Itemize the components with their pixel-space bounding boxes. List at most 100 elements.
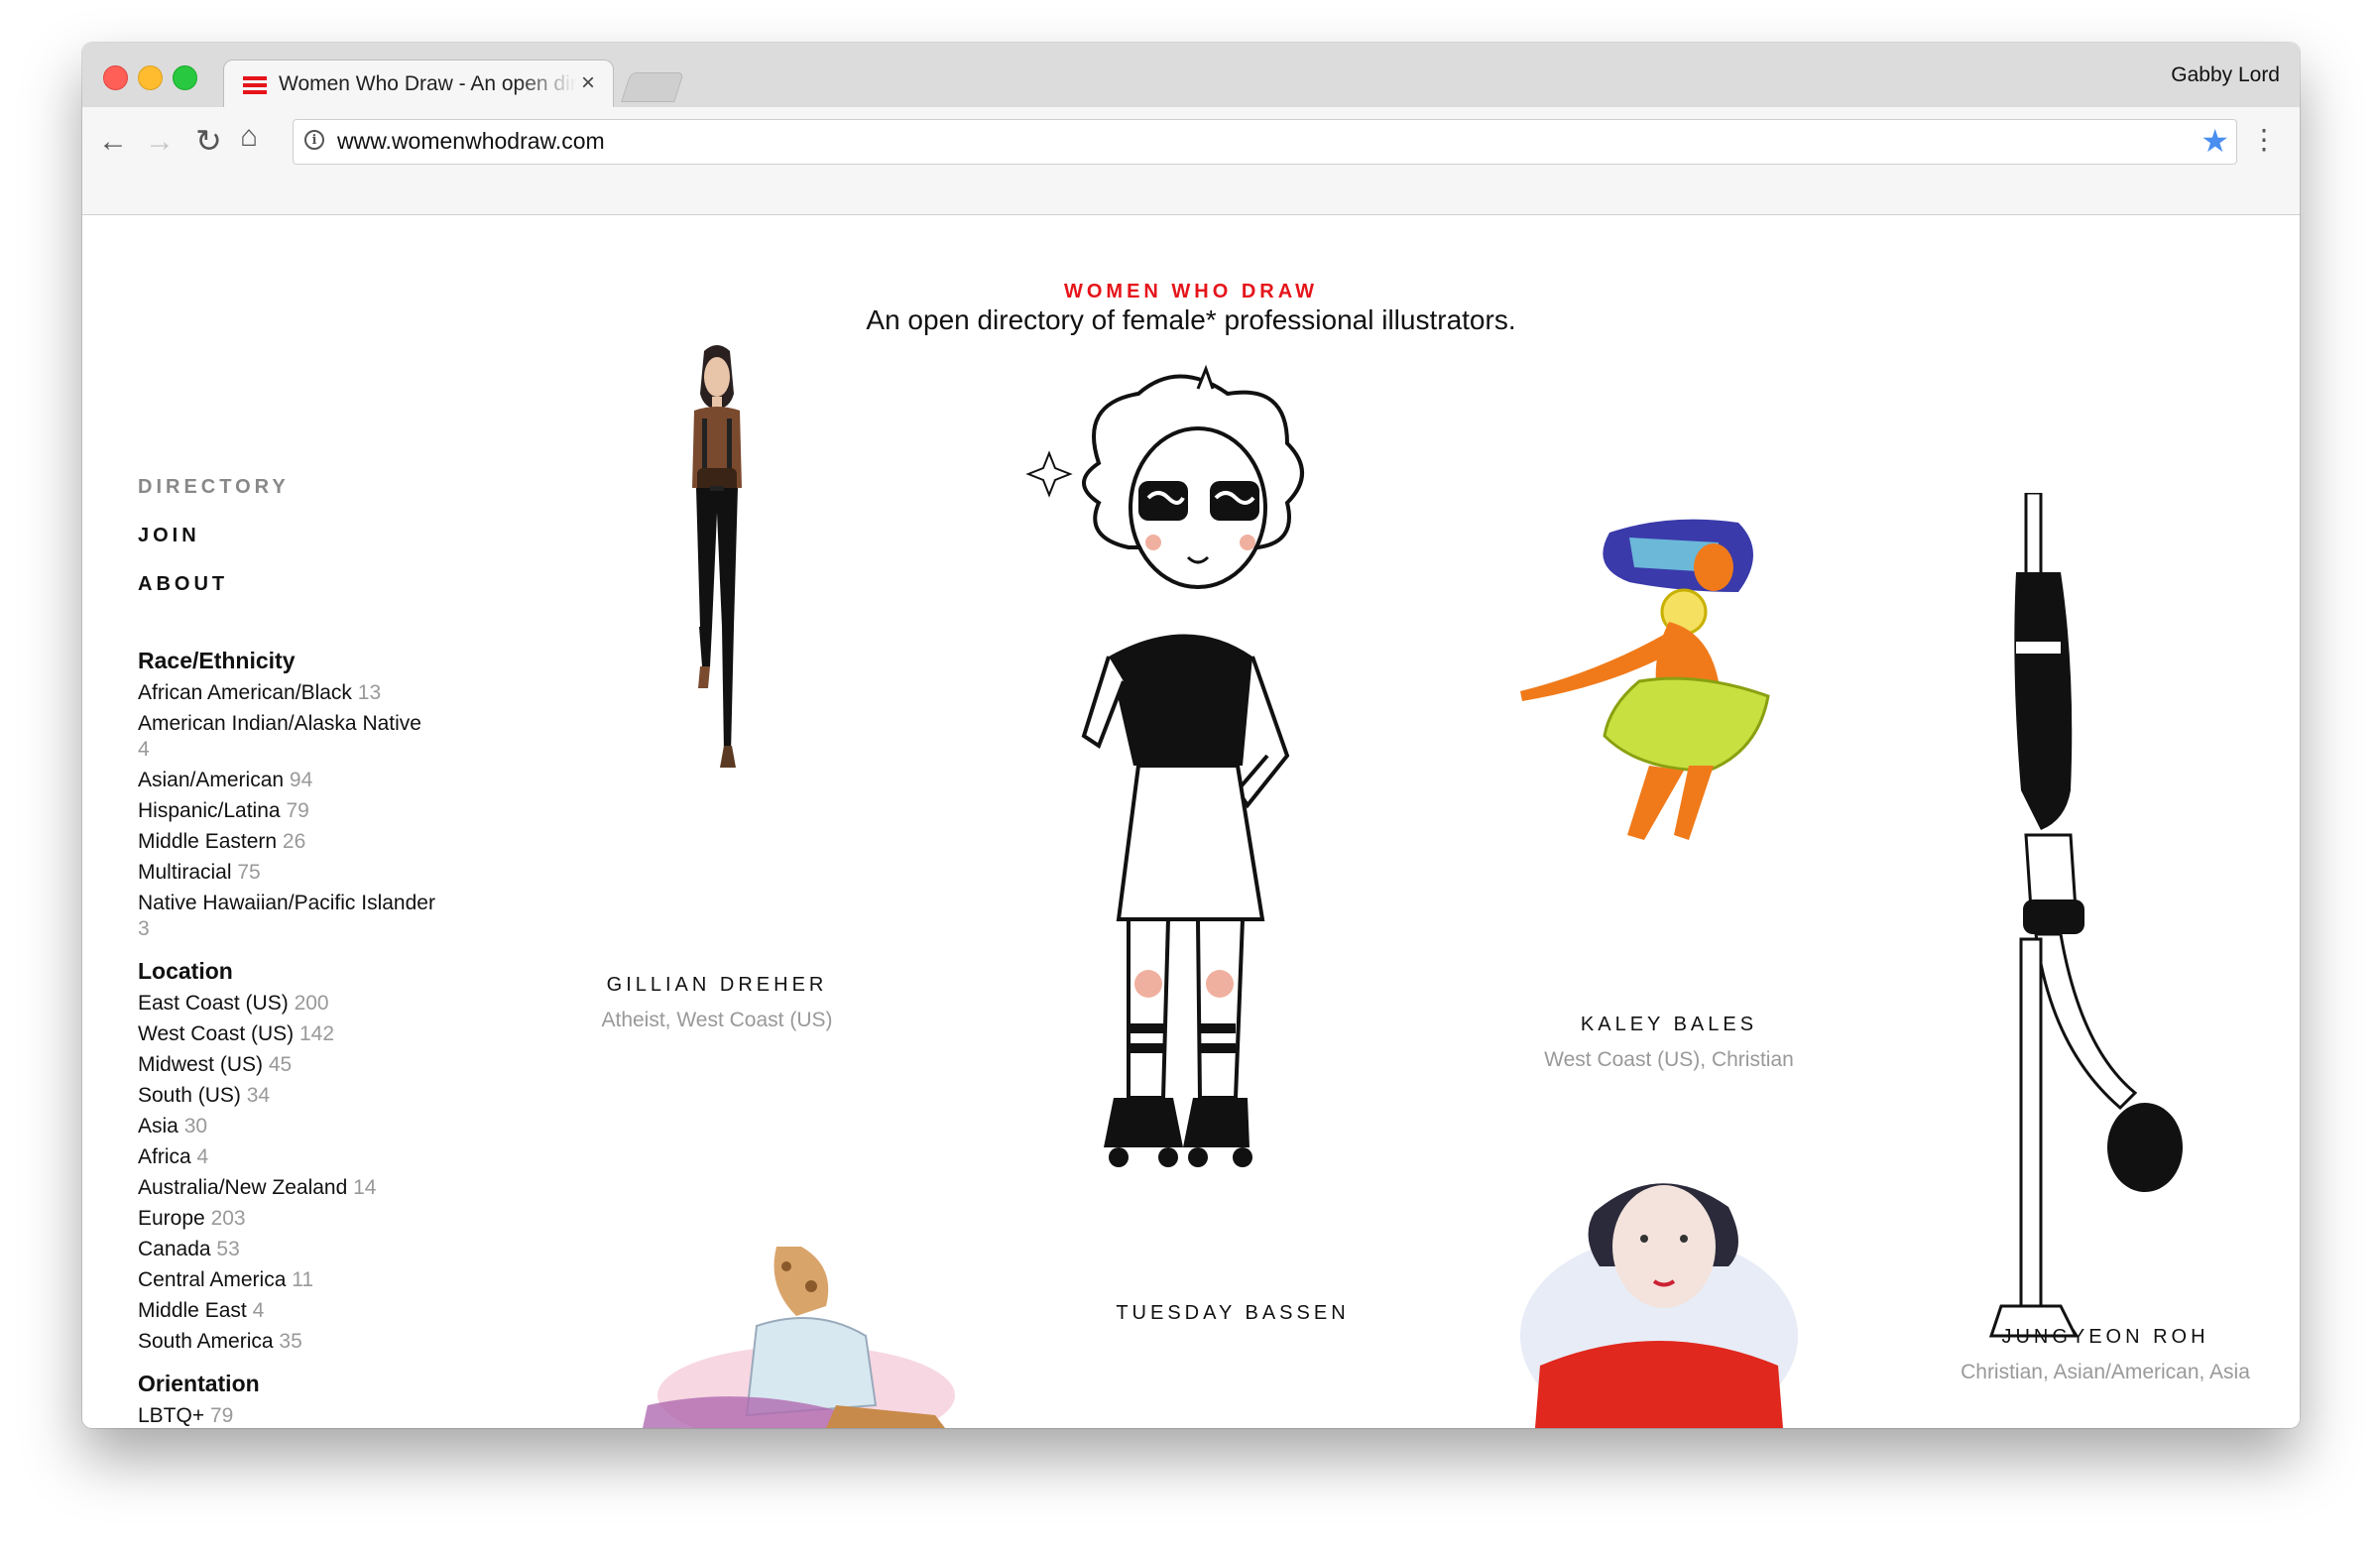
filter-count: 14 [353,1176,377,1199]
nav-about[interactable]: ABOUT [138,573,435,622]
filter-count: 35 [279,1330,302,1353]
filter-item[interactable]: American Indian/Alaska Native 4 [138,711,435,763]
filter-count: 26 [282,830,306,853]
filter-item[interactable]: South (US) 34 [138,1083,435,1109]
filter-item[interactable]: Multiracial 75 [138,860,435,886]
artist-tags: Atheist, West Coast (US) [601,1009,833,1031]
filter-item[interactable]: West Coast (US) 142 [138,1021,435,1047]
info-icon[interactable]: i [304,130,324,150]
filter-count: 4 [196,1145,209,1168]
reload-icon[interactable]: ↻ [195,122,222,160]
filter-count: 79 [286,799,309,822]
browser-toolbar: ← → ↻ ⌂ i www.womenwhodraw.com ★ ⋮ [82,107,2300,215]
sidebar-nav: DIRECTORY JOIN ABOUT [138,476,435,622]
filter-count: 11 [292,1268,314,1291]
filter-label: Middle Eastern [138,830,278,853]
browser-menu-icon[interactable]: ⋮ [2250,126,2278,154]
browser-tab[interactable]: Women Who Draw - An open directory of fe… [223,60,614,108]
maximize-window-button[interactable] [173,65,197,90]
address-bar[interactable]: i www.womenwhodraw.com ★ [293,119,2237,165]
filter-label: South (US) [138,1084,241,1107]
filter-label: Australia/New Zealand [138,1176,348,1199]
filter-label: South America [138,1330,274,1353]
artist-illustration-tuesday-bassen[interactable] [990,364,1386,1197]
forward-icon[interactable]: → [145,125,175,159]
tab-title: Women Who Draw - An open directory of fe… [279,72,576,95]
filter-group-race: Race/Ethnicity African American/Black 13… [138,648,435,942]
site-title[interactable]: WOMEN WHO DRAW [82,281,2300,303]
filter-label: Midwest (US) [138,1053,264,1076]
filter-item[interactable]: Canada 53 [138,1237,435,1262]
nav-join[interactable]: JOIN [138,525,435,573]
back-icon[interactable]: ← [98,125,128,159]
filter-item[interactable]: South America 35 [138,1329,435,1355]
filter-item[interactable]: Africa 4 [138,1144,435,1170]
artist-illustration-jungyeon-roh[interactable] [1981,493,2209,1366]
close-window-button[interactable] [103,65,128,90]
filter-label: Asia [138,1115,178,1137]
artist-illustration-gillian-dreher[interactable] [653,339,781,771]
filter-count: 3 [138,917,150,940]
site-tagline: An open directory of female* professiona… [866,304,1516,335]
artist-illustration-kaley-bales[interactable] [1510,513,1798,840]
url-text[interactable]: www.womenwhodraw.com [337,128,605,155]
artist-illustration-giraffe[interactable] [638,1247,965,1428]
sidebar: DIRECTORY JOIN ABOUT Race/Ethnicity Afri… [138,476,435,1428]
filter-label: Multiracial [138,861,232,884]
page-content: WOMEN WHO DRAW An open directory of fema… [82,215,2300,1428]
artist-name[interactable]: TUESDAY BASSEN [1034,1302,1431,1325]
filter-label: LBTQ+ [138,1404,205,1427]
filter-count: 75 [237,861,261,884]
filter-count: 4 [252,1299,265,1322]
filter-item[interactable]: Europe 203 [138,1206,435,1232]
minimize-window-button[interactable] [138,65,163,90]
filter-item[interactable]: Asian/American 94 [138,768,435,793]
filter-item[interactable]: Middle Eastern 26 [138,829,435,855]
filter-label: Central America [138,1268,287,1291]
filter-item[interactable]: Native Hawaiian/Pacific Islander 3 [138,891,435,942]
filter-count: 13 [357,681,382,704]
filter-label: Asian/American [138,769,285,791]
filter-item[interactable]: Australia/New Zealand 14 [138,1175,435,1201]
filter-heading: Location [138,958,233,984]
filter-label: Native Hawaiian/Pacific Islander [138,892,435,914]
filter-item[interactable]: Midwest (US) 45 [138,1052,435,1078]
artist-name[interactable]: GILLIAN DREHER [519,974,915,997]
filter-count: 203 [210,1207,246,1230]
filter-heading: Orientation [138,1371,260,1396]
filter-group-location: Location East Coast (US) 200 West Coast … [138,958,435,1355]
home-icon[interactable]: ⌂ [240,120,258,154]
filter-item[interactable]: Middle East 4 [138,1298,435,1324]
filter-item[interactable]: Central America 11 [138,1267,435,1293]
filter-item[interactable]: African American/Black 13 [138,680,435,706]
filter-label: Hispanic/Latina [138,799,281,822]
filter-count: 30 [183,1115,208,1137]
artist-tags: West Coast (US), Christian [1544,1048,1794,1071]
tab-close-icon[interactable]: × [581,69,595,97]
artist-name[interactable]: KALEY BALES [1471,1014,1867,1036]
nav-directory[interactable]: DIRECTORY [138,476,435,525]
filter-group-orientation: Orientation LBTQ+ 79 [138,1371,435,1428]
site-favicon-icon [243,76,267,94]
artist-illustration-red-dress[interactable] [1510,1167,1808,1428]
filter-count: 200 [294,992,329,1015]
filter-count: 34 [246,1084,271,1107]
artist-tags: Christian, Asian/American, Asia [1961,1361,2250,1383]
filter-label: African American/Black [138,681,352,704]
filter-item[interactable]: LBTQ+ 79 [138,1403,435,1428]
filter-label: Middle East [138,1299,247,1322]
profile-name[interactable]: Gabby Lord [2171,63,2280,87]
new-tab-button[interactable] [621,72,684,102]
filter-count: 4 [138,738,150,761]
title-bar: Women Who Draw - An open directory of fe… [82,43,2300,108]
artist-name[interactable]: JUNGYEON ROH [1907,1326,2300,1349]
filter-label: Europe [138,1207,205,1230]
filter-heading: Race/Ethnicity [138,648,296,673]
filter-count: 142 [299,1022,335,1045]
filter-item[interactable]: Hispanic/Latina 79 [138,798,435,824]
bookmark-star-icon[interactable]: ★ [2201,122,2229,160]
filter-item[interactable]: Asia 30 [138,1114,435,1139]
filter-label: Canada [138,1238,211,1260]
filter-label: American Indian/Alaska Native [138,712,421,735]
filter-item[interactable]: East Coast (US) 200 [138,991,435,1017]
